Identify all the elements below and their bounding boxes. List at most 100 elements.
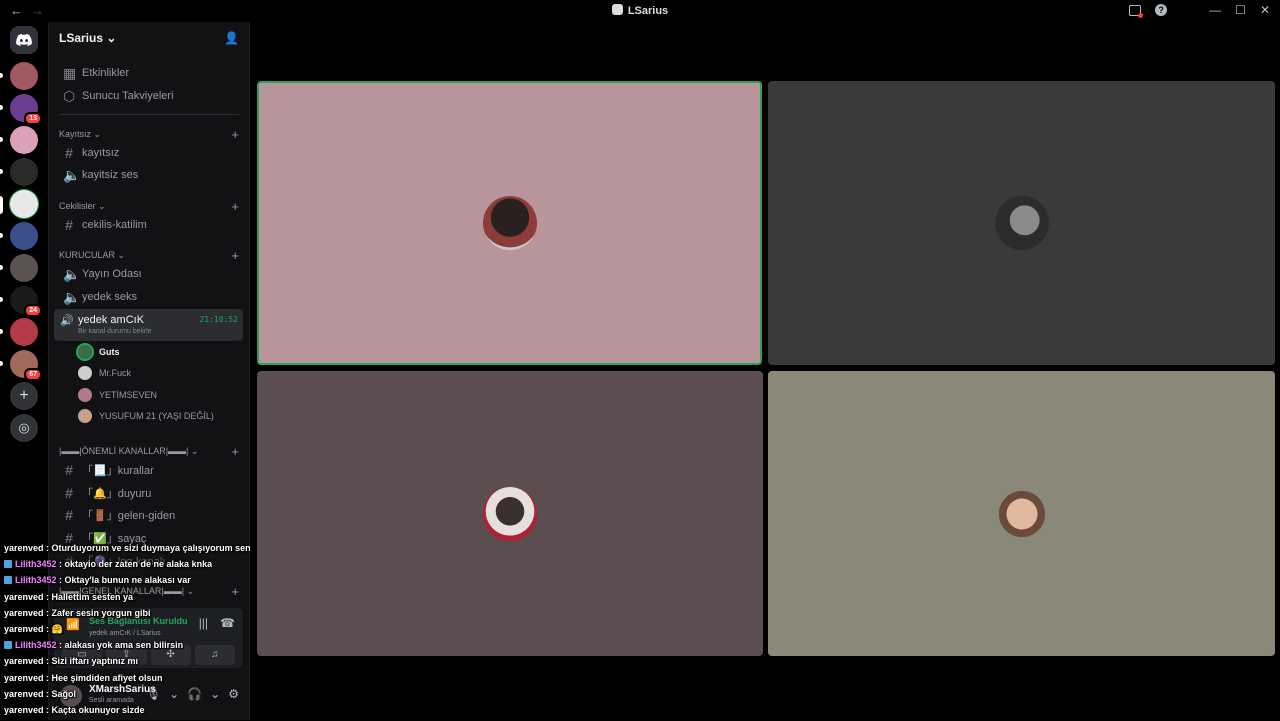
server-icon-7[interactable]	[10, 254, 38, 282]
avatar	[78, 366, 92, 380]
participant-avatar	[482, 196, 537, 250]
screen-share-button[interactable]: ⇪	[106, 645, 147, 665]
plus-icon: +	[19, 387, 29, 404]
channel-kayitsiz[interactable]: # kayıtsız	[57, 142, 241, 164]
video-tile[interactable]	[768, 81, 1275, 365]
voice-member[interactable]: YETİMSEVEN	[78, 386, 157, 404]
voice-member[interactable]: Mr.Fuck	[78, 364, 131, 382]
hashtag-icon: #	[65, 485, 73, 501]
plus-icon[interactable]: +	[231, 248, 239, 263]
window-title-text: LSarius	[627, 5, 669, 17]
server-icon-1[interactable]	[10, 62, 38, 90]
user-status: Sesli aramada	[89, 697, 134, 704]
hashtag-icon: #	[65, 530, 73, 546]
hashtag-icon: #	[65, 217, 73, 233]
help-icon[interactable]: ?	[1155, 4, 1168, 16]
server-name: LSarius	[59, 31, 104, 45]
chevron-down-icon[interactable]: ⌄	[210, 687, 220, 701]
calendar-icon: ▦	[63, 64, 77, 81]
sidebar-item-events[interactable]: ▦ Etkinlikler	[57, 62, 241, 84]
minimize-button[interactable]: —	[1209, 3, 1221, 17]
speaker-icon: 🔈	[63, 166, 81, 183]
server-header[interactable]: LSarius ⌄ 👤	[49, 22, 249, 54]
window-title: LSarius	[0, 4, 1280, 17]
plus-icon[interactable]: +	[231, 444, 239, 459]
discord-home-button[interactable]	[10, 26, 38, 54]
channel-kayitsiz-ses[interactable]: 🔈 kayitsiz ses	[57, 164, 241, 186]
soundboard-button[interactable]: ♫	[194, 645, 235, 665]
speaker-icon: 🔈	[63, 288, 81, 305]
avatar	[78, 345, 92, 359]
camera-button[interactable]: ▭	[62, 645, 103, 665]
voice-member[interactable]: Guts	[78, 343, 120, 361]
activities-button[interactable]: ✣	[150, 645, 191, 665]
category-kayitsiz[interactable]: Kayıtsız ⌄ +	[59, 127, 239, 142]
close-button[interactable]: ✕	[1260, 3, 1270, 17]
inbox-icon[interactable]	[1129, 4, 1144, 18]
chevron-down-icon: ⌄	[106, 31, 117, 45]
notification-badge: 24	[24, 304, 42, 317]
participant-avatar	[483, 486, 537, 541]
category-kurucular[interactable]: KURUCULAR ⌄ +	[59, 248, 239, 263]
channel-yayin-odasi[interactable]: 🔈 Yayın Odası	[57, 263, 241, 285]
explore-button[interactable]: ◎	[10, 414, 38, 442]
server-icon-10[interactable]: 67	[10, 350, 42, 381]
headphones-icon[interactable]: 🎧	[187, 687, 202, 701]
plus-icon[interactable]: +	[231, 199, 239, 214]
video-tile[interactable]	[257, 81, 762, 365]
channel-sayac[interactable]: # 「✅」sayaç	[57, 527, 241, 549]
invite-icon[interactable]: 👤	[224, 31, 239, 45]
server-icon-4[interactable]	[10, 158, 38, 186]
microphone-icon[interactable]: 🎙	[146, 687, 161, 701]
notification-badge: 67	[24, 368, 42, 381]
boost-icon: ⬡	[63, 87, 76, 104]
server-icon-3[interactable]	[10, 126, 38, 154]
voice-stage	[250, 22, 1280, 720]
plus-icon[interactable]: +	[231, 584, 239, 599]
voice-member[interactable]: YUSUFUM 21 (YAŞI DEĞİL)	[78, 407, 214, 425]
sidebar-item-boosts[interactable]: ⬡ Sunucu Takviyeleri	[57, 85, 241, 107]
voice-connection-panel: 📶 Ses Bağlantısı Kuruldu yedek amCıK / L…	[54, 608, 243, 668]
discord-logo-icon	[16, 34, 32, 46]
active-voice-channel[interactable]: 🔊 yedek amCıK 21:10:52 Bir kanal durumu …	[54, 309, 243, 341]
server-icon-6[interactable]	[10, 222, 38, 250]
add-server-button[interactable]: +	[10, 382, 38, 410]
server-icon-2[interactable]: 13	[10, 94, 42, 125]
server-icon-9[interactable]	[10, 318, 38, 346]
disconnect-icon[interactable]: ☎	[220, 616, 235, 630]
gear-icon[interactable]: ⚙	[228, 687, 239, 701]
signal-icon[interactable]: 📶	[66, 618, 80, 631]
chevron-down-icon[interactable]: ⌄	[169, 687, 179, 701]
category-onemli-kanallar[interactable]: |▬▬|ÖNEMLİ KANALLAR|▬▬| ⌄ +	[59, 444, 239, 459]
notification-badge: 13	[24, 112, 42, 125]
channel-log-kanali[interactable]: # 「🔮」log-kanalı	[57, 550, 241, 572]
window-controls: ? — ☐ ✕	[1129, 3, 1270, 18]
participant-avatar	[994, 486, 1049, 541]
channel-cekilis-katilim[interactable]: # cekilis-katilim	[57, 214, 241, 236]
maximize-button[interactable]: ☐	[1235, 3, 1246, 17]
avatar	[78, 409, 92, 423]
channel-yedek-seks[interactable]: 🔈 yedek seks	[57, 286, 241, 308]
category-genel-kanallar[interactable]: |▬▬|GENEL KANALLAR|▬▬| ⌄ +	[59, 584, 239, 599]
user-panel: XMarshSarius Sesli aramada 🎙 ⌄ 🎧 ⌄ ⚙	[49, 677, 249, 720]
voice-status-title[interactable]: Ses Bağlantısı Kuruldu	[89, 616, 188, 626]
participant-avatar	[994, 196, 1049, 250]
noise-suppression-icon[interactable]: |||	[199, 616, 208, 630]
call-timer: 21:10:52	[199, 315, 238, 324]
category-cekilisler[interactable]: Cekilisler ⌄ +	[59, 199, 239, 214]
channel-gelen-giden[interactable]: # 「🚪」gelen-giden	[57, 504, 241, 526]
avatar[interactable]	[60, 685, 82, 707]
voice-status-subtitle[interactable]: yedek amCıK / LSarius	[89, 630, 161, 637]
compass-icon: ◎	[18, 420, 30, 435]
hashtag-icon: #	[65, 507, 73, 523]
channel-duyuru[interactable]: # 「🔔」duyuru	[57, 482, 241, 504]
server-icon-8[interactable]: 24	[10, 286, 42, 317]
channel-sidebar: LSarius ⌄ 👤 ▦ Etkinlikler ⬡ Sunucu Takviye…	[48, 22, 250, 720]
channel-kurallar[interactable]: # 「📃」kurallar	[57, 459, 241, 481]
channel-status[interactable]: Bir kanal durumu belirle	[78, 328, 152, 335]
avatar	[78, 388, 92, 402]
server-icon-lsarius[interactable]	[10, 190, 38, 218]
plus-icon[interactable]: +	[231, 127, 239, 142]
video-tile[interactable]	[768, 371, 1275, 656]
video-tile[interactable]	[257, 371, 763, 656]
